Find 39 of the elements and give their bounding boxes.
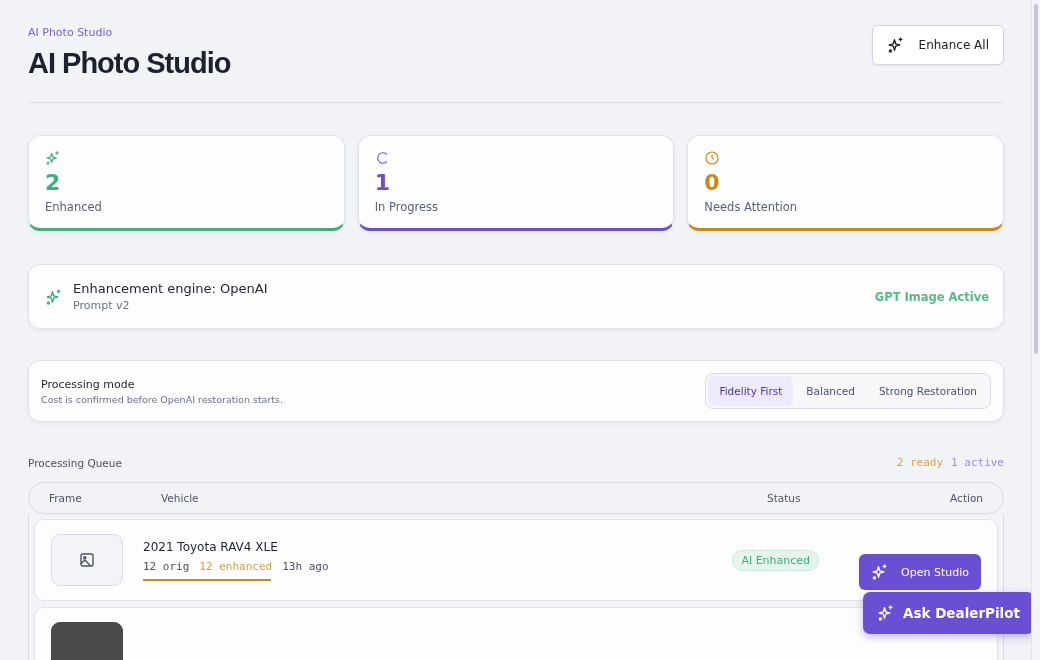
stat-value: 0 [704,172,721,194]
mode-title: Processing mode [41,377,136,391]
page-title: AI Photo Studio [28,47,231,80]
mode-option[interactable]: Strong Restoration [867,376,988,406]
engine-status: GPT Image Active [874,289,989,304]
column-header: Vehicle [161,492,200,504]
stat-value: 2 [45,172,62,194]
sparkle-icon [45,150,61,166]
engine-subtitle: Prompt v2 [73,299,131,312]
active-count: 1 active [951,456,1004,469]
open-studio-button[interactable]: Open Studio [859,554,981,590]
sparkle-icon [877,604,895,622]
image-icon [78,551,96,569]
column-header: Action [949,492,983,504]
updated-time: 13h ago [282,559,329,573]
column-header: Status [766,492,802,504]
ready-count: 2 ready [896,456,943,469]
sparkle-icon [45,287,63,306]
original-count: 12 orig [143,559,190,573]
mode-note: Cost is confirmed before OpenAI restoration starts. [41,393,285,405]
enhanced-count: 12 enhanced [199,559,273,573]
breadcrumb: AI Photo Studio [28,26,114,39]
column-header: Frame [49,492,83,504]
engine-title: Enhancement engine: OpenAI [73,281,269,296]
status-badge: AI Enhanced [732,549,820,571]
stat-label: In Progress [374,200,440,214]
queue-title: Processing Queue [28,456,122,469]
stat-label: Needs Attention [704,200,799,214]
clock-icon [704,150,721,166]
vehicle-name: 2021 Toyota RAV4 XLE [143,539,279,554]
sparkle-icon [886,36,905,54]
vehicle-thumbnail [51,622,123,660]
assistant-button[interactable]: Ask DealerPilot [863,592,1034,634]
mode-option[interactable]: Fidelity First [708,376,794,406]
mode-option[interactable]: Balanced [795,376,866,406]
enhance-all-button[interactable]: Enhance All [871,25,1004,65]
scrollbar[interactable] [1031,0,1040,660]
stat-label: Enhanced [45,200,103,214]
stat-value: 1 [374,172,391,194]
